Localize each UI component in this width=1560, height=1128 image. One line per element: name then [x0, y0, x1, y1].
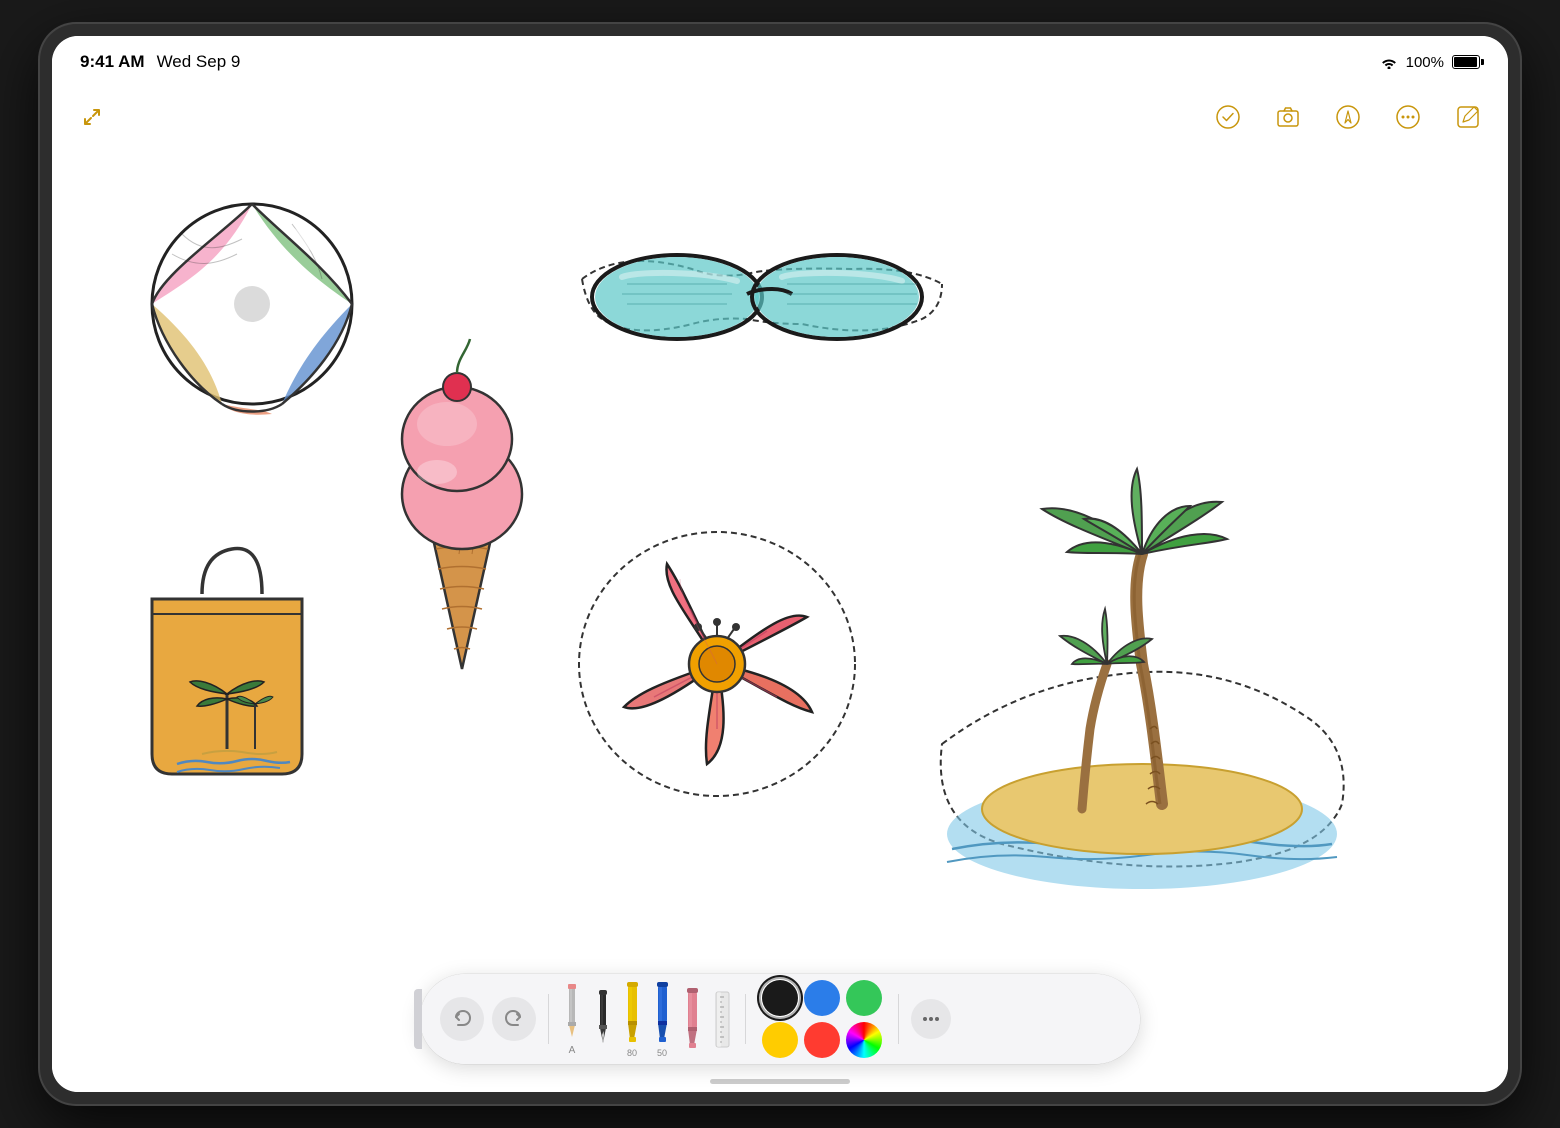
sunglasses-drawing	[582, 255, 942, 339]
beach-ball-drawing	[152, 204, 352, 415]
ruler-tool[interactable]	[711, 987, 733, 1052]
status-time: 9:41 AM	[80, 52, 145, 72]
more-dots-icon	[921, 1009, 941, 1029]
canvas-area[interactable]	[52, 36, 1508, 1092]
checkmark-button[interactable]	[1212, 101, 1244, 133]
pink-marker-tool[interactable]	[681, 987, 703, 1052]
color-swatch-black[interactable]	[762, 980, 798, 1016]
navigate-icon	[1335, 104, 1361, 130]
ice-cream-drawing	[402, 339, 522, 669]
battery-icon	[1452, 55, 1480, 69]
fountain-pen-tool[interactable]	[591, 989, 613, 1049]
battery-fill	[1454, 57, 1477, 67]
ipad-screen: 9:41 AM Wed Sep 9 100%	[52, 36, 1508, 1092]
more-icon	[1395, 104, 1421, 130]
status-right: 100%	[1380, 54, 1480, 71]
more-button[interactable]	[1392, 101, 1424, 133]
color-swatch-blue[interactable]	[804, 980, 840, 1016]
home-indicator	[710, 1079, 850, 1084]
ruler-icon	[711, 987, 733, 1052]
blue-marker-icon	[651, 981, 673, 1046]
undo-button[interactable]	[440, 997, 484, 1041]
toolbar-separator-2	[745, 994, 746, 1044]
toolbar-separator-3	[898, 994, 899, 1044]
wifi-icon	[1380, 55, 1398, 69]
toolbar-side-indicator	[414, 989, 422, 1049]
battery-percent: 100%	[1406, 54, 1444, 71]
ipad-frame: 9:41 AM Wed Sep 9 100%	[40, 24, 1520, 1104]
status-date: Wed Sep 9	[157, 52, 241, 72]
status-bar: 9:41 AM Wed Sep 9 100%	[52, 36, 1508, 88]
yellow-marker-tool[interactable]: 80	[621, 981, 643, 1058]
drawings-canvas	[52, 36, 1508, 1092]
camera-icon	[1275, 104, 1301, 130]
yellow-marker-icon	[621, 981, 643, 1046]
more-options-button[interactable]	[911, 999, 951, 1039]
hibiscus-drawing	[579, 532, 855, 796]
pencil-label: A	[569, 1045, 576, 1056]
drawing-toolbar: A	[420, 974, 1140, 1064]
fountain-pen-icon	[591, 989, 613, 1049]
collapse-button[interactable]	[76, 101, 108, 133]
toolbar-separator-1	[548, 994, 549, 1044]
edit-icon	[1455, 104, 1481, 130]
island-drawing	[941, 469, 1344, 889]
color-swatch-red[interactable]	[804, 1022, 840, 1058]
toolbar-right	[1212, 101, 1484, 133]
color-swatch-rainbow[interactable]	[846, 1022, 882, 1058]
camera-button[interactable]	[1272, 101, 1304, 133]
blue-marker-label: 50	[657, 1048, 667, 1058]
color-swatches	[762, 980, 882, 1058]
redo-button[interactable]	[492, 997, 536, 1041]
status-left: 9:41 AM Wed Sep 9	[80, 52, 240, 72]
color-swatch-green[interactable]	[846, 980, 882, 1016]
pink-marker-icon	[681, 987, 703, 1052]
redo-icon	[504, 1009, 524, 1029]
yellow-marker-label: 80	[627, 1048, 637, 1058]
tote-bag-drawing	[152, 549, 302, 774]
toolbar-left	[76, 101, 108, 133]
color-swatch-yellow[interactable]	[762, 1022, 798, 1058]
undo-icon	[452, 1009, 472, 1029]
collapse-icon	[80, 105, 104, 129]
edit-button[interactable]	[1452, 101, 1484, 133]
navigate-button[interactable]	[1332, 101, 1364, 133]
pencil-tool-icon	[561, 982, 583, 1042]
pencil-tool[interactable]: A	[561, 982, 583, 1056]
checkmark-icon	[1215, 104, 1241, 130]
toolbar-top	[52, 92, 1508, 142]
blue-marker-tool[interactable]: 50	[651, 981, 673, 1058]
